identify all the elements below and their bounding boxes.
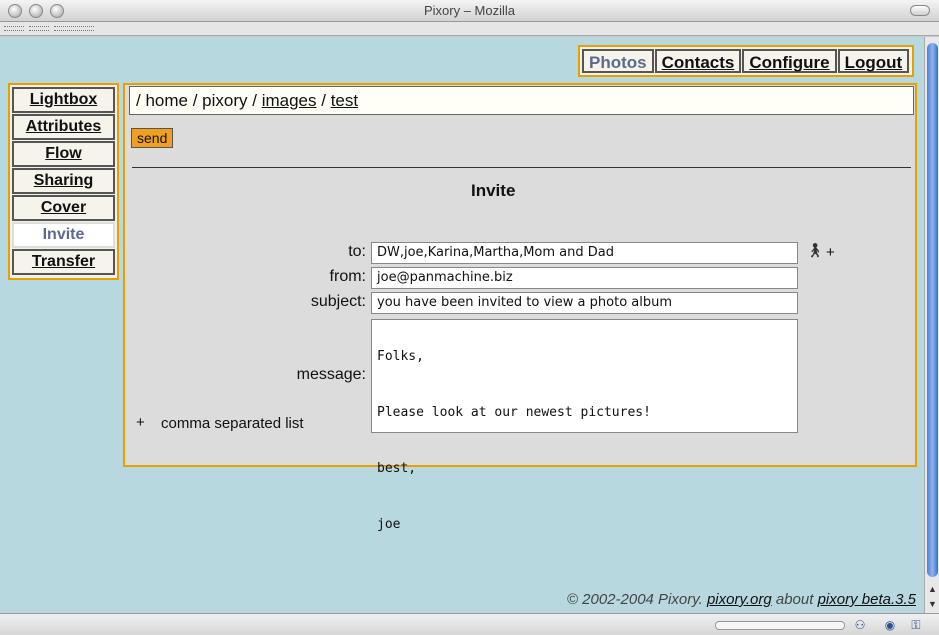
to-label: to:	[348, 243, 366, 260]
message-line: joe	[377, 517, 401, 532]
scroll-down-arrow-icon[interactable]: ▼	[925, 597, 939, 612]
message-line: Please look at our newest pictures!	[377, 405, 651, 420]
popup-blocker-icon[interactable]: ◉	[881, 618, 899, 632]
sidebar-item-lightbox[interactable]: Lightbox	[12, 87, 115, 113]
message-textarea[interactable]: Folks, Please look at our newest picture…	[371, 319, 798, 532]
sidebar-item-invite[interactable]: Invite	[12, 222, 115, 248]
connection-icon[interactable]: ⚇	[851, 618, 869, 632]
person-icon[interactable]: 🚶︎	[806, 242, 824, 259]
side-navigation: Lightbox Attributes Flow Sharing Cover I…	[8, 83, 119, 280]
breadcrumb: / home / pixory / images / test	[129, 86, 914, 115]
sidebar-item-cover[interactable]: Cover	[12, 195, 115, 221]
security-lock-icon[interactable]: ⚿	[907, 618, 925, 632]
copyright-text: © 2002-2004 Pixory.	[566, 591, 703, 608]
send-button[interactable]: send	[131, 128, 174, 148]
from-field[interactable]: joe@panmachine.biz	[371, 267, 798, 289]
invite-panel: / home / pixory / images / test send Inv…	[123, 83, 917, 532]
tab-logout[interactable]: Logout	[837, 49, 910, 73]
tab-contacts[interactable]: Contacts	[654, 49, 742, 73]
breadcrumb-pixory: pixory	[202, 91, 248, 110]
toolbar-grip[interactable]	[4, 26, 24, 31]
collapsed-toolbars	[0, 22, 939, 36]
message-line: Folks,	[377, 349, 424, 364]
message-label: message:	[296, 366, 366, 383]
subject-label: subject:	[310, 293, 366, 310]
site-link[interactable]: pixory.org	[707, 591, 772, 608]
page-viewport: Photos Contacts Configure Logout Lightbo…	[0, 37, 924, 613]
sidebar-item-attributes[interactable]: Attributes	[12, 114, 115, 140]
vertical-scrollbar[interactable]: ▲ ▼	[924, 37, 939, 613]
invite-form-title: Invite	[471, 181, 516, 200]
breadcrumb-test-link[interactable]: test	[331, 91, 358, 110]
window-title: Pixory – Mozilla	[423, 3, 516, 18]
from-label: from:	[329, 268, 366, 285]
toolbar-toggle-button[interactable]	[910, 5, 930, 16]
page-footer: © 2002-2004 Pixory. pixory.org about pix…	[567, 591, 916, 608]
window-titlebar: Pixory – Mozilla	[0, 0, 939, 22]
toolbar-grip[interactable]	[29, 26, 49, 31]
scrollbar-thumb[interactable]	[927, 43, 938, 577]
breadcrumb-images-link[interactable]: images	[262, 91, 317, 110]
message-line: best,	[377, 461, 417, 476]
breadcrumb-home: home	[145, 91, 188, 110]
toolbar-grip[interactable]	[54, 26, 94, 31]
version-link[interactable]: pixory beta.3.5	[818, 591, 916, 608]
sidebar-item-sharing[interactable]: Sharing	[12, 168, 115, 194]
status-bar: ⚇ ◉ ⚿	[0, 613, 939, 635]
about-text: about	[775, 591, 814, 608]
top-navigation: Photos Contacts Configure Logout	[578, 45, 915, 77]
plus-icon[interactable]: +	[826, 244, 835, 261]
tab-configure[interactable]: Configure	[742, 49, 837, 73]
help-note: comma separated list	[161, 415, 304, 432]
divider	[132, 167, 911, 168]
to-field[interactable]: DW,joe,Karina,Martha,Mom and Dad	[371, 242, 798, 264]
scroll-up-arrow-icon[interactable]: ▲	[925, 582, 939, 597]
progress-meter	[715, 621, 845, 630]
sidebar-item-flow[interactable]: Flow	[12, 141, 115, 167]
breadcrumb-root: /	[136, 91, 141, 110]
subject-field[interactable]: you have been invited to view a photo al…	[371, 292, 798, 314]
sidebar-item-transfer[interactable]: Transfer	[12, 249, 115, 275]
tab-photos[interactable]: Photos	[582, 49, 654, 73]
plus-icon: +	[136, 414, 145, 431]
